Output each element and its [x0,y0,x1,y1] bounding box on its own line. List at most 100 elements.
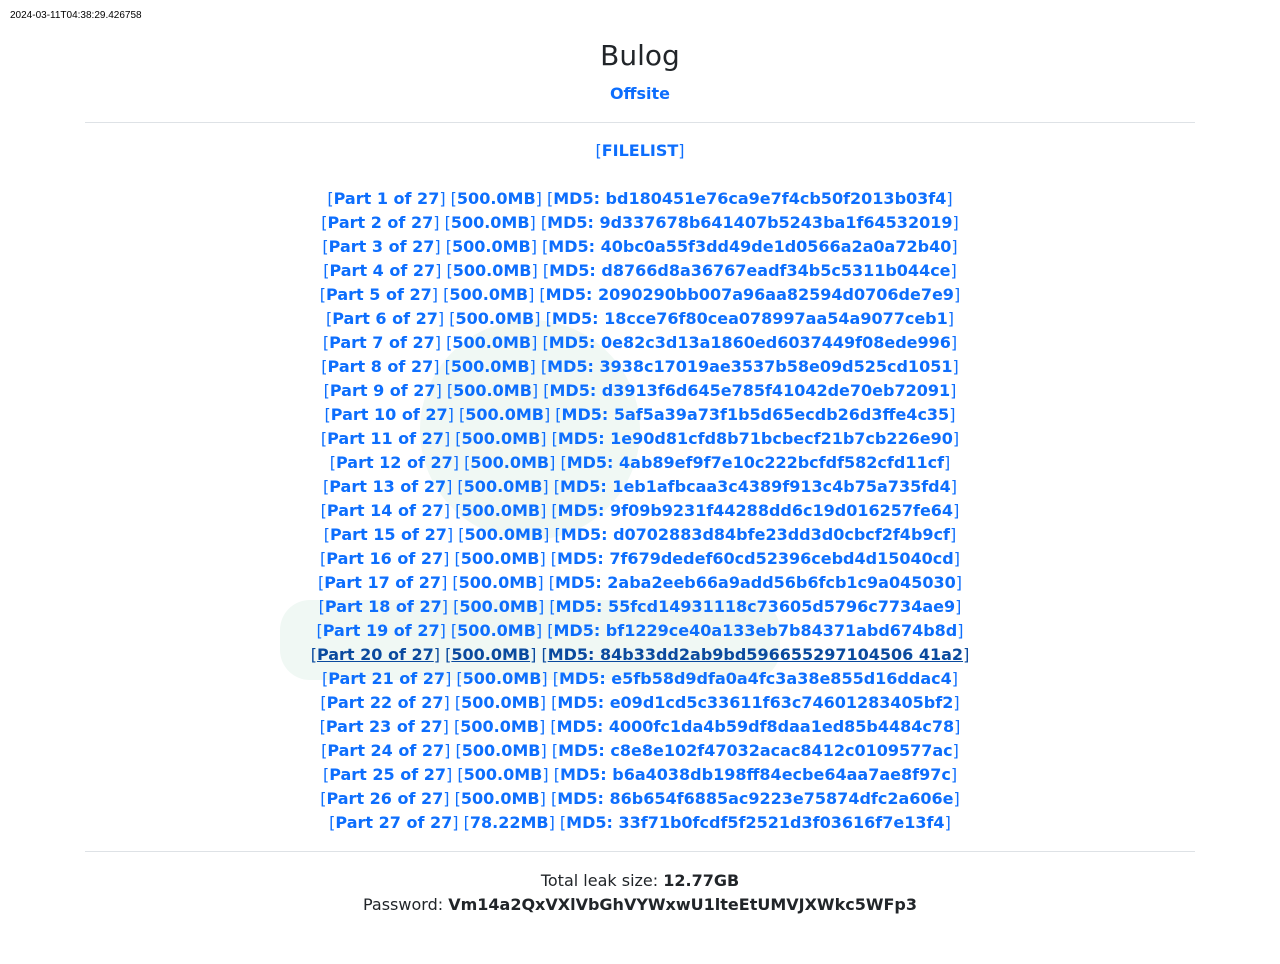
part-link[interactable]: Part 9 of 27 [330,381,436,400]
part-size-link[interactable]: 500.0MB [459,573,538,592]
part-md5-link[interactable]: MD5: 86b654f6885ac9223e75874dfc2a606e [557,789,953,808]
part-link[interactable]: Part 11 of 27 [327,429,444,448]
part-link[interactable]: Part 25 of 27 [329,765,446,784]
part-md5-link[interactable]: MD5: 1e90d81cfd8b71bcbecf21b7cb226e90 [558,429,953,448]
part-md5-link[interactable]: MD5: bf1229ce40a133eb7b84371abd674b8d [554,621,958,640]
part-md5-link[interactable]: MD5: 4ab89ef9f7e10c222bcfdf582cfd11cf [567,453,944,472]
bracket: ] [534,309,541,328]
part-size-link[interactable]: 500.0MB [456,309,535,328]
part-link[interactable]: Part 24 of 27 [327,741,444,760]
part-size-link[interactable]: 500.0MB [464,477,543,496]
part-md5-link[interactable]: MD5: d8766d8a36767eadf34b5c5311b044ce [549,261,950,280]
part-link[interactable]: Part 1 of 27 [334,189,440,208]
part-link[interactable]: Part 19 of 27 [323,621,440,640]
part-size-link[interactable]: 500.0MB [451,357,530,376]
part-row: [Part 8 of 27] [500.0MB] [MD5: 3938c1701… [0,356,1280,380]
part-size-link[interactable]: 500.0MB [449,285,528,304]
part-link[interactable]: Part 7 of 27 [329,333,435,352]
part-size-link[interactable]: 500.0MB [451,645,530,664]
part-md5-link[interactable]: MD5: 1eb1afbcaa3c4389f913c4b75a735fd4 [560,477,951,496]
part-size-link[interactable]: 500.0MB [463,669,542,688]
part-link[interactable]: Part 14 of 27 [327,501,444,520]
part-link[interactable]: Part 13 of 27 [329,477,446,496]
part-link[interactable]: Part 18 of 27 [325,597,442,616]
bracket: ] [446,765,453,784]
part-size-link[interactable]: 500.0MB [461,549,540,568]
part-link[interactable]: Part 2 of 27 [328,213,434,232]
part-md5-link[interactable]: MD5: 7f679dedef60cd52396cebd4d15040cd [557,549,954,568]
bracket: ] [447,405,454,424]
part-md5-link[interactable]: MD5: bd180451e76ca9e7f4cb50f2013b03f4 [553,189,946,208]
part-size-link[interactable]: 500.0MB [457,621,536,640]
part-md5-link[interactable]: MD5: 2090290bb007a96aa82594d0706de7e9 [546,285,954,304]
part-link[interactable]: Part 22 of 27 [327,693,444,712]
part-md5-link[interactable]: MD5: 33f71b0fcdf5f2521d3f03616f7e13f4 [566,813,944,832]
part-link[interactable]: Part 20 of 27 [317,645,434,664]
part-link[interactable]: Part 17 of 27 [324,573,441,592]
part-size-link[interactable]: 78.22MB [470,813,549,832]
bracket: ] [443,501,450,520]
part-link[interactable]: Part 23 of 27 [326,717,443,736]
bracket: ] [542,765,549,784]
part-size-link[interactable]: 500.0MB [462,429,541,448]
bracket: ] [431,285,438,304]
part-link[interactable]: Part 5 of 27 [326,285,432,304]
part-size-link[interactable]: 500.0MB [457,189,536,208]
bracket: ] [543,525,550,544]
part-link[interactable]: Part 10 of 27 [331,405,448,424]
part-md5-link[interactable]: MD5: c8e8e102f47032acac8412c0109577ac [558,741,953,760]
bracket: ] [529,213,536,232]
part-md5-link[interactable]: MD5: 5af5a39a73f1b5d65ecdb26d3ffe4c35 [562,405,950,424]
bracket: ] [549,453,556,472]
part-size-link[interactable]: 500.0MB [451,213,530,232]
part-size-link[interactable]: 500.0MB [452,333,531,352]
part-link[interactable]: Part 16 of 27 [326,549,443,568]
part-md5-link[interactable]: MD5: 55fcd14931118c73605d5796c7734ae9 [556,597,955,616]
filelist-link[interactable]: FILELIST [602,141,679,160]
part-size-link[interactable]: 500.0MB [465,405,544,424]
part-md5-link[interactable]: MD5: e5fb58d9dfa0a4fc3a38e855d16ddac4 [559,669,952,688]
part-link[interactable]: Part 26 of 27 [326,789,443,808]
part-link[interactable]: Part 27 of 27 [335,813,452,832]
part-link[interactable]: Part 12 of 27 [336,453,453,472]
part-size-link[interactable]: 500.0MB [470,453,549,472]
bracket: ] [952,357,959,376]
part-md5-link[interactable]: MD5: 84b33dd2ab9bd596655297104506 41a2 [548,645,963,664]
bracket: ] [530,645,537,664]
part-link[interactable]: Part 15 of 27 [330,525,447,544]
part-md5-link[interactable]: MD5: e09d1cd5c33611f63c74601283405bf2 [557,693,953,712]
part-size-link[interactable]: 500.0MB [461,693,540,712]
part-md5-link[interactable]: MD5: 9f09b9231f44288dd6c19d016257fe64 [558,501,953,520]
part-size-link[interactable]: 500.0MB [462,741,541,760]
bracket: ] [539,717,546,736]
part-link[interactable]: Part 3 of 27 [329,237,435,256]
part-size-link[interactable]: 500.0MB [464,525,543,544]
part-md5-link[interactable]: MD5: 3938c17019ae3537b58e09d525cd1051 [547,357,952,376]
part-row: [Part 13 of 27] [500.0MB] [MD5: 1eb1afbc… [0,476,1280,500]
part-size-link[interactable]: 500.0MB [452,237,531,256]
part-md5-link[interactable]: MD5: d0702883d84bfe23dd3d0cbcf2f4b9cf [561,525,950,544]
part-md5-link[interactable]: MD5: 4000fc1da4b59df8daa1ed85b4484c78 [557,717,955,736]
part-md5-link[interactable]: MD5: b6a4038db198ff84ecbe64aa7ae8f97c [560,765,951,784]
part-size-link[interactable]: 500.0MB [460,717,539,736]
part-size-link[interactable]: 500.0MB [461,789,540,808]
bracket: ] [944,453,951,472]
part-md5-link[interactable]: MD5: 9d337678b641407b5243ba1f64532019 [547,213,952,232]
part-row: [Part 7 of 27] [500.0MB] [MD5: 0e82c3d13… [0,332,1280,356]
part-size-link[interactable]: 500.0MB [459,597,538,616]
part-size-link[interactable]: 500.0MB [453,381,532,400]
part-md5-link[interactable]: MD5: 40bc0a55f3dd49de1d0566a2a0a72b40 [548,237,951,256]
part-size-link[interactable]: 500.0MB [464,765,543,784]
part-size-link[interactable]: 500.0MB [453,261,532,280]
part-link[interactable]: Part 21 of 27 [328,669,445,688]
part-link[interactable]: Part 4 of 27 [329,261,435,280]
part-size-link[interactable]: 500.0MB [461,501,540,520]
part-md5-link[interactable]: MD5: 18cce76f80cea078997aa54a9077ceb1 [552,309,948,328]
part-md5-link[interactable]: MD5: 0e82c3d13a1860ed6037449f08ede996 [549,333,951,352]
part-md5-link[interactable]: MD5: d3913f6d645e785f41042de70eb72091 [549,381,950,400]
part-md5-link[interactable]: MD5: 2aba2eeb66a9add56b6fcb1c9a045030 [555,573,956,592]
part-link[interactable]: Part 8 of 27 [328,357,434,376]
bracket: ] [435,381,442,400]
part-link[interactable]: Part 6 of 27 [332,309,438,328]
offsite-link[interactable]: Offsite [610,84,670,103]
